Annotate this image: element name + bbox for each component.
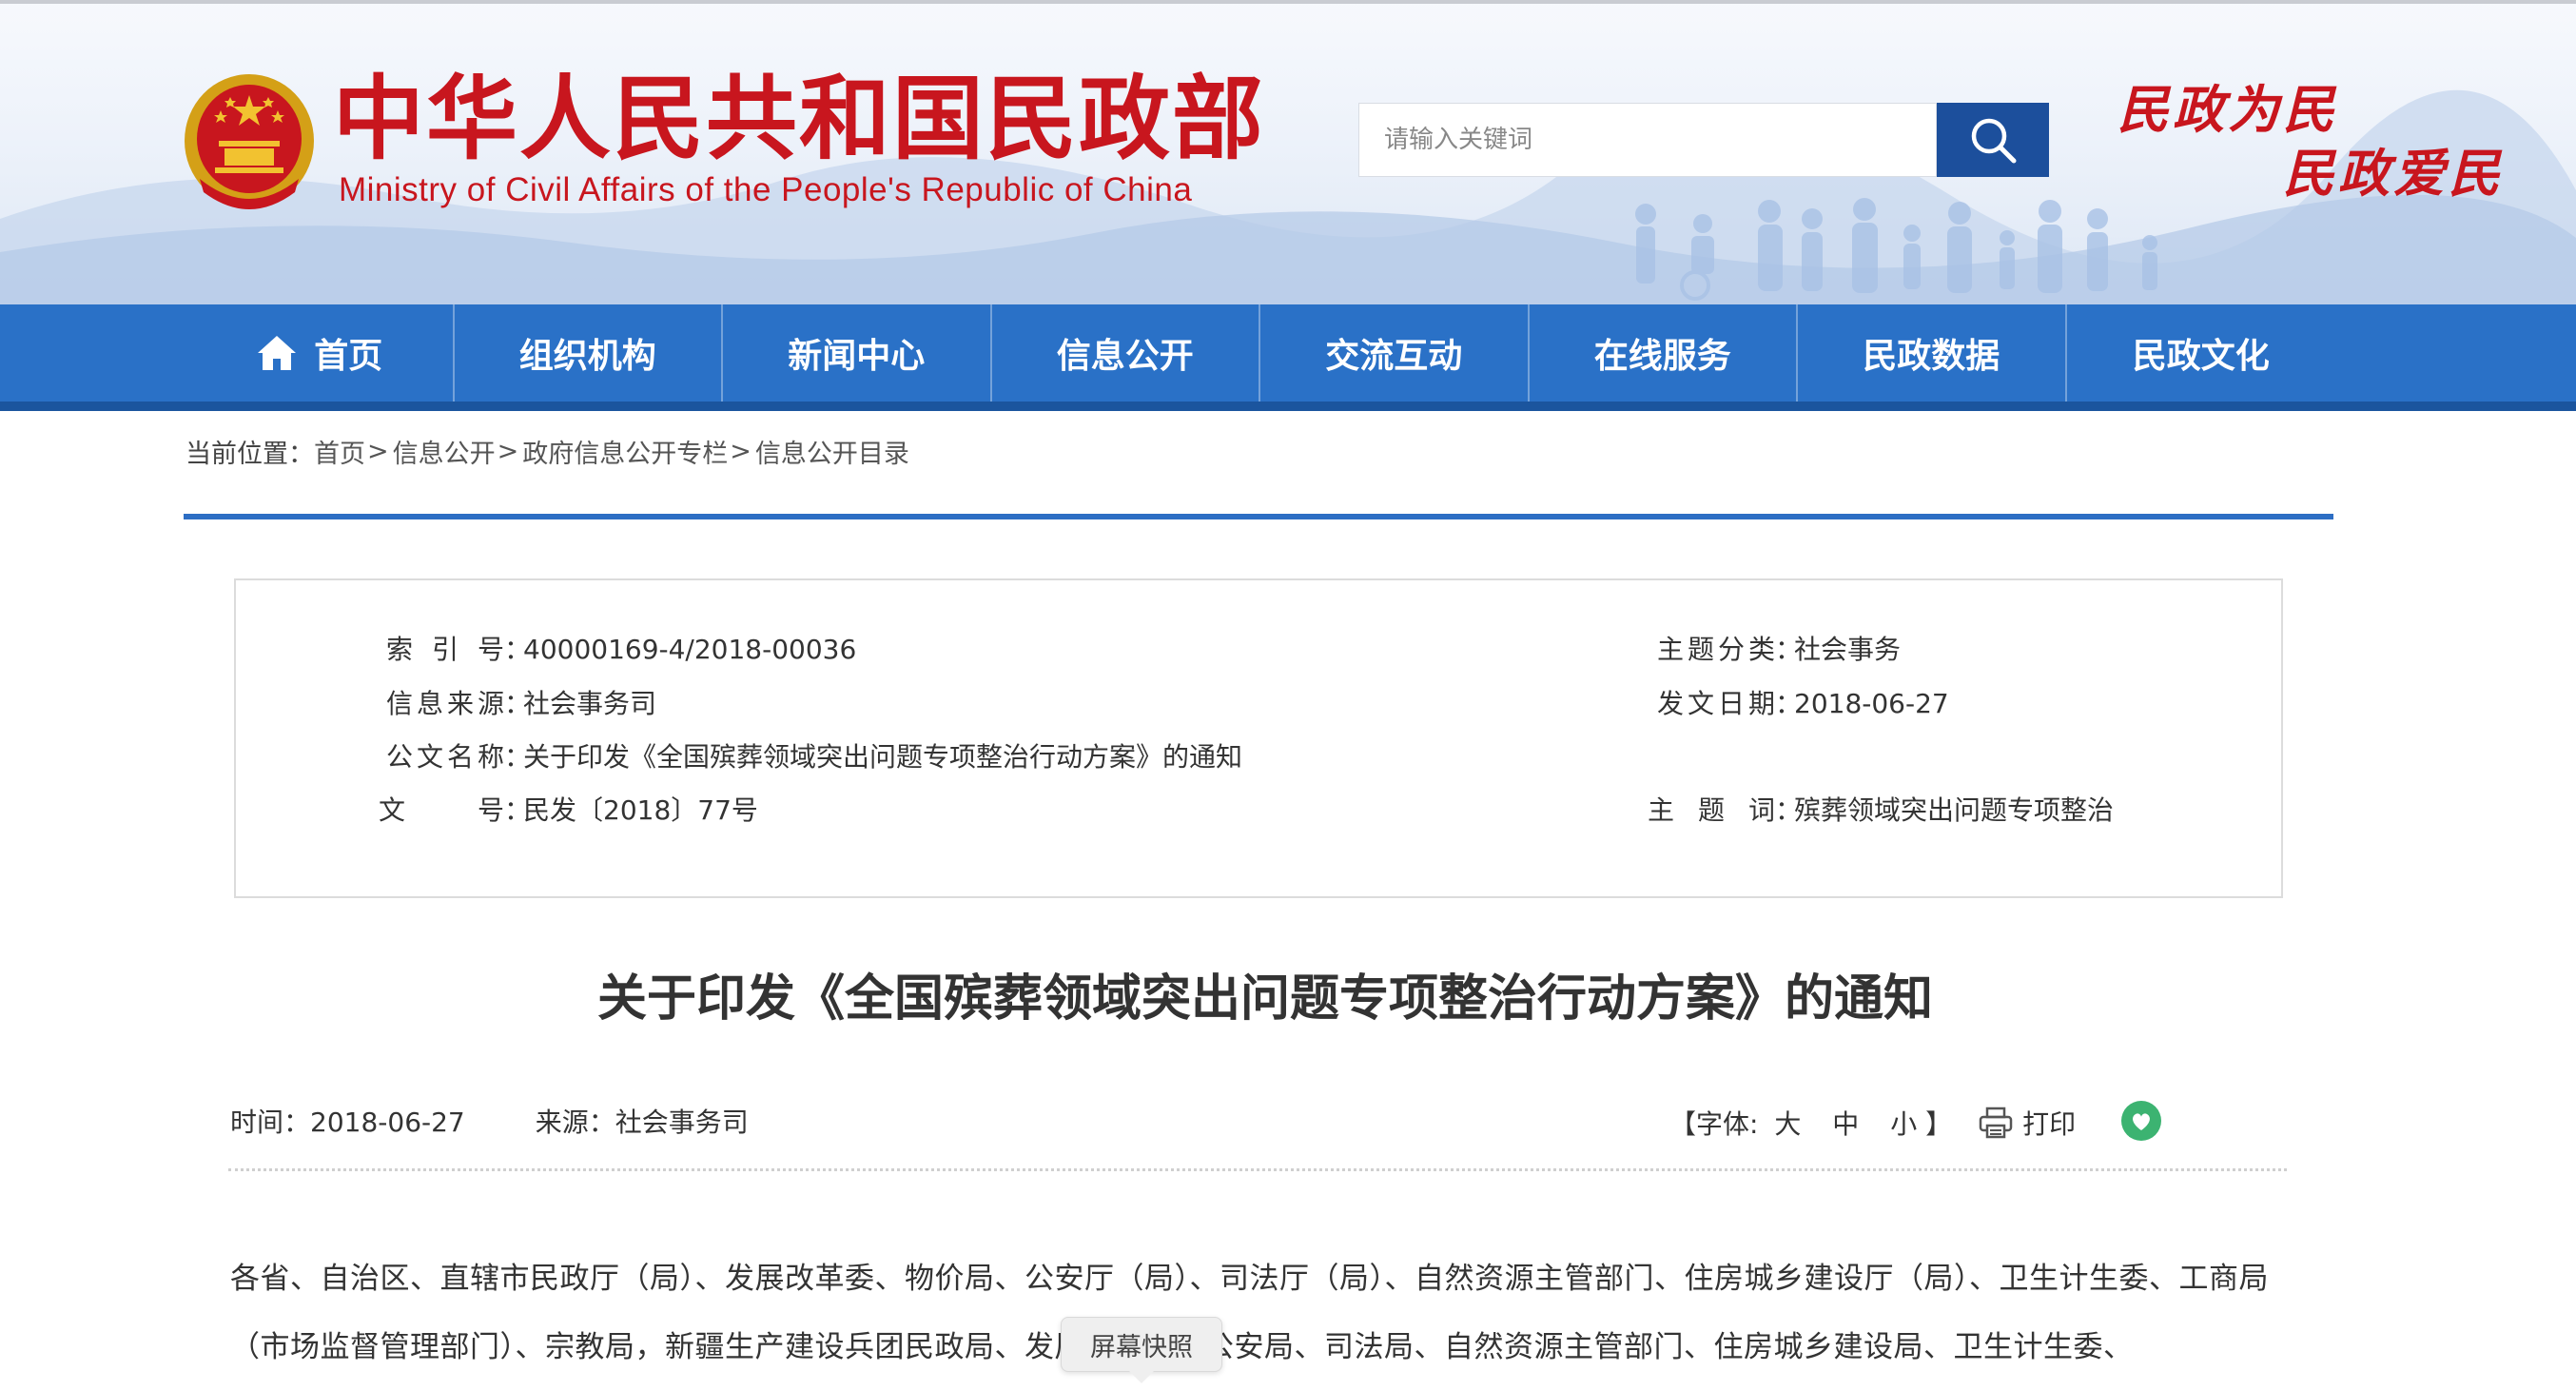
- nav-item-news-center[interactable]: 新闻中心: [723, 304, 992, 402]
- meta-doc-name-value: 关于印发《全国殡葬领域突出问题专项整治行动方案》的通知: [523, 741, 1243, 773]
- tooltip-pointer: [1128, 1370, 1155, 1383]
- article-divider: [228, 1168, 2287, 1171]
- source-label: 来源：: [535, 1107, 615, 1138]
- font-label: 【字体:: [1669, 1108, 1759, 1140]
- font-label-end: 】: [1925, 1108, 1953, 1140]
- site-header: 中华人民共和国民政部 Ministry of Civil Affairs of …: [0, 0, 2576, 304]
- slogan-line2: 民政爱民: [2283, 143, 2504, 204]
- national-emblem-icon: [185, 74, 314, 209]
- breadcrumb-separator: >: [497, 436, 519, 466]
- printer-icon: [1979, 1107, 2013, 1139]
- site-subtitle[interactable]: Ministry of Civil Affairs of the People'…: [339, 171, 1192, 209]
- time-value: 2018-06-27: [310, 1107, 465, 1138]
- meta-source-value: 社会事务司: [523, 688, 657, 719]
- meta-index-value: 40000169-4/2018-00036: [523, 634, 857, 665]
- article-title: 关于印发《全国殡葬领域突出问题专项整治行动方案》的通知: [596, 970, 1933, 1028]
- source-value: 社会事务司: [615, 1107, 749, 1138]
- nav-item-civil-culture[interactable]: 民政文化: [2067, 304, 2336, 402]
- screenshot-tooltip: 屏幕快照: [1061, 1317, 1222, 1372]
- meta-doc-name-label: 公文名称: [386, 741, 504, 773]
- info-spacer: [465, 1106, 536, 1140]
- slogan-line1: 民政为民: [2117, 79, 2338, 140]
- meta-keyword-label: 主题词: [1648, 794, 1775, 826]
- wechat-icon: [2121, 1101, 2162, 1141]
- search-button[interactable]: [1937, 103, 2049, 177]
- nav-item-info-disclosure[interactable]: 信息公开: [992, 304, 1260, 402]
- meta-topic-label: 主题分类: [1657, 634, 1775, 665]
- people-silhouette-decoration: [1635, 198, 2157, 301]
- home-icon: [255, 333, 299, 373]
- breadcrumb-separator: >: [367, 436, 389, 466]
- meta-date-value: 2018-06-27: [1794, 688, 1949, 719]
- meta-doc-no-label: 文号: [379, 794, 504, 826]
- breadcrumb-item-info-catalog[interactable]: 信息公开目录: [755, 433, 909, 470]
- breadcrumb-prefix: 当前位置：: [185, 439, 314, 469]
- print-label: 打印: [2022, 1108, 2077, 1140]
- meta-topic-value: 社会事务: [1794, 634, 1902, 665]
- breadcrumb-separator: >: [730, 436, 751, 466]
- content-top-rule: [184, 514, 2333, 519]
- nav-item-online-service[interactable]: 在线服务: [1530, 304, 1798, 402]
- wechat-share-button[interactable]: [2117, 1099, 2165, 1146]
- article-info: 时间： 2018-06-27 来源： 社会事务司: [230, 1106, 749, 1140]
- font-size-controls: 【字体: 大 中 小 】: [1669, 1104, 1952, 1142]
- meta-source-label: 信息来源: [386, 688, 504, 719]
- breadcrumb-item-info-disclosure[interactable]: 信息公开: [393, 433, 496, 470]
- meta-keyword-value: 殡葬领域突出问题专项整治: [1794, 794, 2115, 826]
- nav-bottom-border: [0, 402, 2576, 411]
- font-small-button[interactable]: 小: [1890, 1108, 1917, 1140]
- document-meta-box: 索引号 ： 40000169-4/2018-00036 主题分类 ： 社会事务 …: [234, 578, 2283, 898]
- breadcrumb: 当前位置： 首页 > 信息公开 > 政府信息公开专栏 > 信息公开目录: [185, 430, 909, 472]
- breadcrumb-item-gov-info-column[interactable]: 政府信息公开专栏: [522, 433, 728, 470]
- nav-item-organization[interactable]: 组织机构: [455, 304, 723, 402]
- meta-index-label: 索引号: [386, 634, 504, 665]
- breadcrumb-item-home[interactable]: 首页: [314, 433, 365, 470]
- article-body: 各省、自治区、直辖市民政厅（局）、发展改革委、物价局、公安厅（局）、司法厅（局）…: [230, 1262, 2269, 1364]
- nav-item-label: 首页: [314, 337, 383, 376]
- meta-doc-no-value: 民发〔2018〕77号: [523, 794, 758, 826]
- time-label: 时间：: [230, 1107, 311, 1138]
- print-button[interactable]: 打印: [1979, 1104, 2076, 1142]
- font-medium-button[interactable]: 中: [1832, 1108, 1859, 1140]
- font-large-button[interactable]: 大: [1774, 1108, 1801, 1140]
- search-icon: [1971, 118, 2017, 164]
- article-tools: 【字体: 大 中 小 】 打印: [1669, 1101, 2165, 1142]
- nav-item-interaction[interactable]: 交流互动: [1260, 304, 1530, 402]
- nav-item-home[interactable]: 首页: [185, 304, 455, 402]
- nav-item-civil-data[interactable]: 民政数据: [1798, 304, 2067, 402]
- main-navigation: 首页 组织机构 新闻中心 信息公开 交流互动 在线服务 民政数据 民政文化: [185, 304, 2335, 402]
- meta-date-label: 发文日期: [1657, 688, 1775, 719]
- site-title[interactable]: 中华人民共和国民政部: [333, 67, 1265, 171]
- search-input[interactable]: [1358, 103, 1937, 177]
